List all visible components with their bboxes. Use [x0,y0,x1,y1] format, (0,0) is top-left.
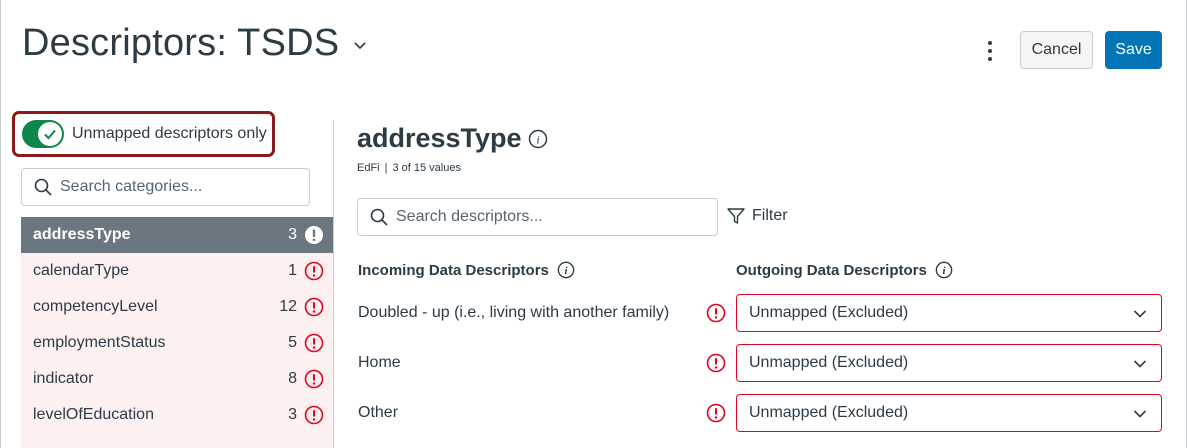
cancel-button[interactable]: Cancel [1020,31,1093,69]
svg-text:i: i [564,265,567,277]
check-icon [44,129,56,140]
value-count: 3 of 15 values [392,162,461,174]
incoming-header: Incoming Data Descriptors i [358,261,575,279]
descriptor-title: addressType [357,123,522,153]
unmapped-only-toggle[interactable] [22,120,64,148]
toggle-knob [38,122,62,146]
meta-separator: | [384,162,388,174]
warning-circle-icon [304,261,324,281]
category-label: indicator [33,370,94,387]
page-title-group[interactable]: Descriptors: TSDS [22,22,367,65]
category-count: 12 [279,298,297,315]
outgoing-descriptor-select[interactable]: Unmapped (Excluded) [736,394,1162,432]
category-count: 5 [288,334,297,351]
warning-circle-icon [305,226,323,244]
chevron-down-icon [1133,310,1147,318]
info-icon[interactable]: i [528,129,548,149]
filter-button[interactable]: Filter [726,206,788,226]
descriptor-meta: EdFi | 3 of 15 values [357,162,461,174]
info-icon[interactable]: i [935,261,953,279]
search-icon [370,208,388,226]
toggle-label: Unmapped descriptors only [72,125,267,142]
category-item-calendartype[interactable]: calendarType 1 [21,253,333,289]
category-list: addressType 3 calendarType 1 competencyL… [21,217,333,448]
info-icon[interactable]: i [557,261,575,279]
warning-circle-icon [304,405,324,425]
category-item-competencylevel[interactable]: competencyLevel 12 [21,289,333,325]
chevron-down-icon [1133,360,1147,368]
chevron-down-icon [1133,410,1147,418]
category-count: 8 [288,370,297,387]
descriptor-title-group: addressType i [357,123,548,154]
warning-circle-icon [304,333,324,353]
chevron-down-icon[interactable] [353,39,367,53]
outgoing-header-label: Outgoing Data Descriptors [736,261,927,279]
pane-divider [333,120,334,448]
svg-text:i: i [942,265,945,277]
kebab-icon[interactable] [980,38,1000,64]
category-label: levelOfEducation [33,406,154,423]
category-count: 1 [288,262,297,279]
category-item-addresstype[interactable]: addressType 3 [21,217,333,253]
search-icon [34,178,52,196]
save-button[interactable]: Save [1105,31,1162,69]
category-item-employmentstatus[interactable]: employmentStatus 5 [21,325,333,361]
outgoing-descriptor-select[interactable]: Unmapped (Excluded) [736,294,1162,332]
search-descriptors-input[interactable] [396,208,717,226]
page-title: Descriptors: TSDS [22,22,340,64]
outgoing-descriptor-select[interactable]: Unmapped (Excluded) [736,344,1162,382]
select-value: Unmapped (Excluded) [749,354,909,371]
svg-text:i: i [536,132,539,146]
search-descriptors-box[interactable] [357,198,718,236]
category-item-indicator[interactable]: indicator 8 [21,361,333,397]
incoming-descriptor-label: Doubled - up (i.e., living with another … [358,304,670,321]
category-item-levelofeducation[interactable]: levelOfEducation 3 [21,397,333,433]
category-label: addressType [33,226,131,243]
select-value: Unmapped (Excluded) [749,404,909,421]
warning-circle-icon [706,303,726,323]
category-label: competencyLevel [33,298,158,315]
incoming-descriptor-label: Home [358,354,401,371]
select-value: Unmapped (Excluded) [749,304,909,321]
outgoing-header: Outgoing Data Descriptors i [736,261,953,279]
warning-circle-icon [304,369,324,389]
incoming-descriptor-label: Other [358,404,399,421]
category-count: 3 [288,226,297,243]
warning-circle-icon [304,297,324,317]
search-categories-box[interactable] [21,168,310,206]
source-label: EdFi [357,162,380,174]
incoming-header-label: Incoming Data Descriptors [358,261,549,279]
filter-icon [727,208,745,224]
category-label: employmentStatus [33,334,166,351]
filter-label: Filter [752,207,788,224]
category-label: calendarType [33,262,130,279]
search-categories-input[interactable] [60,178,309,196]
warning-circle-icon [706,353,726,373]
warning-circle-icon [706,403,726,423]
category-count: 3 [288,406,297,423]
